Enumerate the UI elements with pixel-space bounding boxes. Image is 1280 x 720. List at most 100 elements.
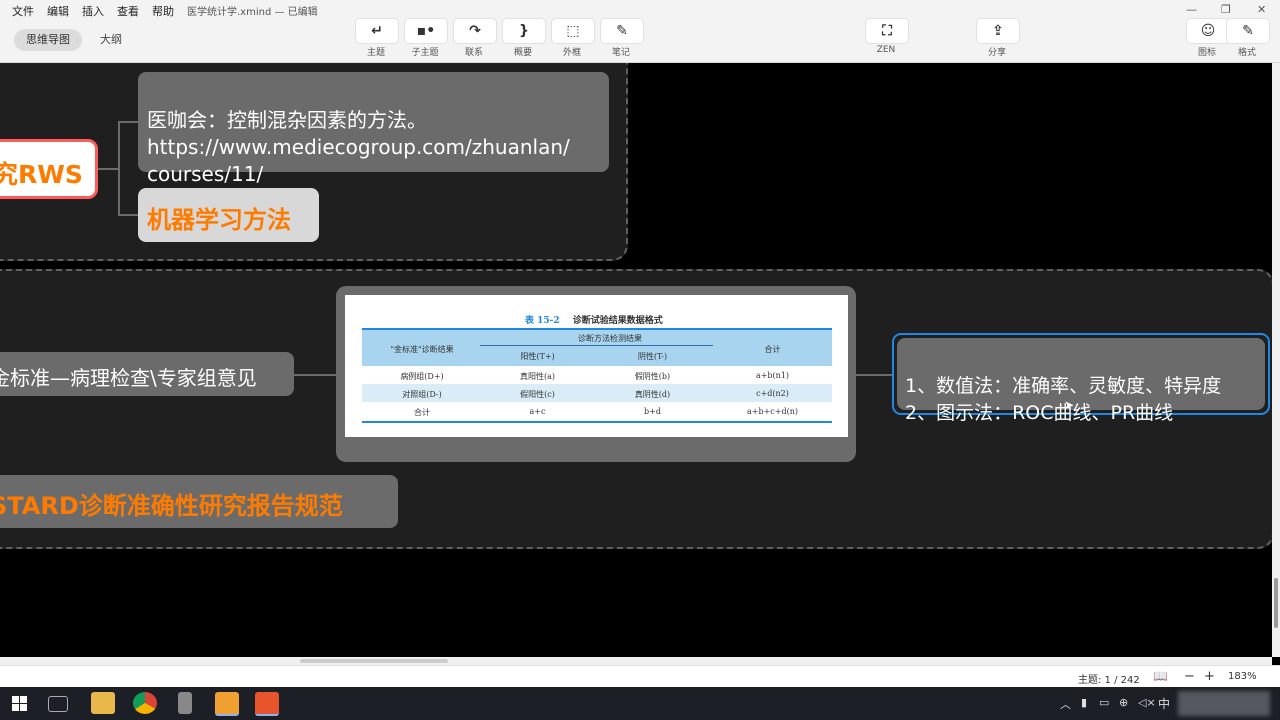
summary-button[interactable]: } — [502, 18, 546, 44]
chrome-icon[interactable] — [133, 692, 157, 714]
boundary-button[interactable]: ⬚ — [551, 18, 595, 44]
xmind-icon[interactable] — [255, 692, 279, 716]
tab-outline[interactable]: 大纲 — [88, 29, 134, 51]
zoom-in-button[interactable]: + — [1204, 669, 1215, 684]
zen-label: ZEN — [876, 45, 896, 55]
table-cell: 真阴性(d) — [634, 390, 671, 399]
document-title: 医学统计学.xmind — 已编辑 — [187, 7, 318, 18]
horizontal-scroll-thumb[interactable] — [300, 659, 448, 663]
app-icon[interactable] — [215, 692, 239, 716]
file-explorer-icon[interactable] — [91, 692, 115, 714]
summary-icon: } — [519, 23, 529, 39]
topic-rws[interactable]: 究RWS — [0, 139, 98, 199]
connector — [856, 374, 893, 376]
status-bar: 主题: 1 / 242 📖 − + 183% — [0, 665, 1280, 688]
table-cell: a+c — [529, 407, 546, 416]
table-image: 表 15-2 诊断试验结果数据格式 "金标准"诊断结果 诊断方法检测结果 阳性(… — [345, 295, 848, 437]
subtopic-icon: ▪• — [416, 23, 436, 39]
zoom-level[interactable]: 183% — [1228, 671, 1257, 682]
topic-stard-text: STARD诊断准确性研究报告规范 — [0, 492, 343, 520]
tray-chevron-icon[interactable]: ︿ — [1060, 696, 1071, 712]
menu-edit[interactable]: 编辑 — [47, 3, 69, 19]
book-icon[interactable]: 📖 — [1153, 669, 1168, 683]
table-cell: 合计 — [414, 408, 430, 417]
table-caption: 表 15-2 诊断试验结果数据格式 — [525, 313, 663, 326]
tab-mindmap[interactable]: 思维导图 — [14, 29, 82, 51]
header-method: 诊断方法检测结果 — [578, 334, 642, 343]
table-rule — [362, 421, 832, 423]
note-label: 笔记 — [611, 48, 630, 58]
vertical-scrollbar[interactable] — [1272, 63, 1280, 657]
header-negative: 阴性(T-) — [637, 352, 668, 361]
share-button[interactable]: ⇪ — [976, 18, 1020, 44]
boundary-icon: ⬚ — [566, 23, 580, 39]
share-icon: ⇪ — [992, 23, 1004, 39]
network-icon[interactable]: ⊕ — [1119, 696, 1128, 709]
table-cell: a+b(n1) — [755, 371, 790, 380]
maximize-button[interactable]: ❐ — [1221, 3, 1231, 16]
windows-taskbar: ︿ ▮ ▭ ⊕ ◁× 中 — [0, 687, 1280, 720]
topic-machine-learning[interactable]: 机器学习方法 — [138, 188, 319, 242]
topic-stard[interactable]: STARD诊断准确性研究报告规范 — [0, 475, 398, 528]
note-button[interactable]: ✎ — [600, 18, 644, 44]
header-positive: 阳性(T+) — [520, 352, 555, 361]
menu-help[interactable]: 帮助 — [152, 3, 174, 19]
topic-icon: ↵ — [371, 23, 383, 39]
horizontal-scrollbar[interactable] — [0, 657, 1272, 665]
close-button[interactable]: ✕ — [1257, 3, 1266, 16]
menu-insert[interactable]: 插入 — [82, 3, 104, 19]
header-gold: "金标准"诊断结果 — [390, 345, 454, 354]
menu-view[interactable]: 查看 — [117, 3, 139, 19]
table-cell: 假阴性(b) — [634, 372, 671, 381]
relationship-button[interactable]: ↷ — [453, 18, 497, 44]
volume-icon[interactable]: ◁× — [1138, 696, 1156, 709]
header-total: 合计 — [764, 345, 781, 354]
share-label: 分享 — [987, 48, 1006, 58]
microphone-icon[interactable]: ▮ — [1081, 696, 1087, 709]
microphone-app-icon[interactable] — [178, 692, 192, 714]
topic-reference-note[interactable]: 医咖会：控制混杂因素的方法。 https://www.mediecogroup.… — [138, 72, 609, 186]
table-rule — [480, 345, 713, 346]
zen-icon: ⛶ — [882, 23, 892, 39]
zen-button[interactable]: ⛶ — [865, 18, 909, 44]
brush-icon: ✎ — [1242, 23, 1254, 39]
mindmap-canvas[interactable]: 究RWS 医咖会：控制混杂因素的方法。 https://www.mediecog… — [0, 63, 1272, 657]
connector — [118, 121, 138, 123]
ime-indicator[interactable]: 中 — [1158, 695, 1170, 712]
app-toolbar: 文件 编辑 插入 查看 帮助 医学统计学.xmind — 已编辑 思维导图 大纲… — [0, 0, 1280, 63]
topic-button[interactable]: ↵ — [355, 18, 399, 44]
format-panel-button[interactable]: ✎ — [1226, 18, 1270, 44]
topic-rws-text: 究RWS — [0, 160, 83, 189]
connector — [98, 168, 120, 170]
table-caption-num: 表 15-2 — [525, 316, 560, 326]
zoom-out-button[interactable]: − — [1184, 669, 1195, 684]
topic-count: 主题: 1 / 242 — [1078, 675, 1140, 686]
topic-gold-standard-text: 金标准—病理检查\专家组意见 — [0, 366, 257, 390]
menu-file[interactable]: 文件 — [12, 3, 34, 19]
icons-panel-button[interactable]: ☺ — [1186, 18, 1230, 44]
battery-icon[interactable]: ▭ — [1099, 696, 1109, 709]
table-cell: 病例组(D+) — [400, 372, 444, 381]
connector — [118, 121, 120, 216]
windows-start-icon[interactable] — [12, 696, 27, 711]
mouse-cursor-icon: ➤ — [1064, 398, 1075, 412]
table-cell: 假阳性(c) — [520, 390, 555, 399]
topic-ml-text: 机器学习方法 — [147, 206, 291, 234]
subtopic-button[interactable]: ▪• — [404, 18, 448, 44]
vertical-scroll-thumb[interactable] — [1274, 578, 1278, 628]
task-view-icon[interactable] — [48, 696, 68, 712]
table-cell: 对照组(D-) — [402, 390, 442, 399]
smiley-icon: ☺ — [1200, 23, 1216, 39]
topic-gold-standard[interactable]: 金标准—病理检查\专家组意见 — [0, 352, 294, 396]
relationship-icon: ↷ — [469, 23, 481, 39]
topic-evaluation-methods[interactable]: 1、数值法：准确率、灵敏度、特异度 2、图示法：ROC曲线、PR曲线 — [897, 338, 1265, 424]
table-cell: b+d — [644, 407, 661, 416]
table-cell: a+b+c+d(n) — [747, 407, 798, 416]
minimize-button[interactable]: — — [1186, 3, 1197, 16]
connector — [294, 374, 336, 376]
connector — [118, 214, 138, 216]
table-caption-text: 诊断试验结果数据格式 — [572, 316, 663, 326]
note-icon: ✎ — [616, 23, 628, 39]
table-cell: 真阳性(a) — [519, 372, 555, 381]
format-panel-label: 格式 — [1237, 48, 1256, 58]
